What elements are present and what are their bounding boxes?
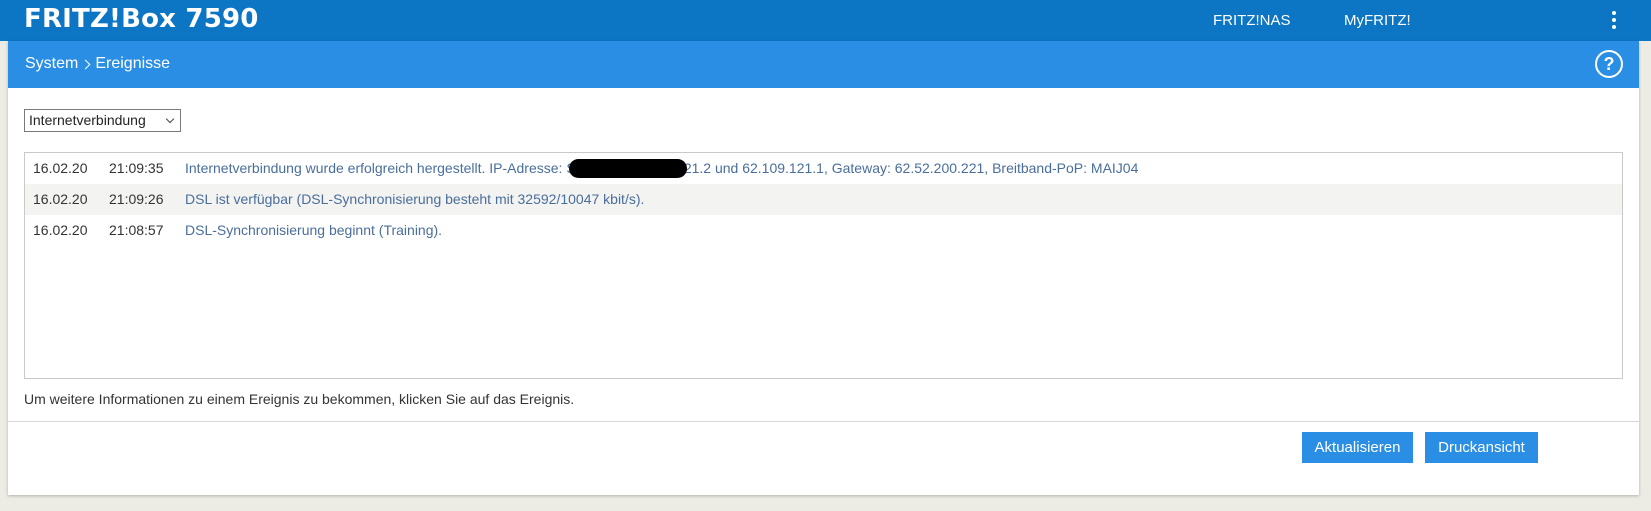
content-card: System Ereignisse ? Internetverbindung 1…: [8, 41, 1639, 495]
chevron-down-icon: [165, 114, 175, 124]
footer-divider: [8, 421, 1639, 422]
event-message: DSL ist verfügbar (DSL-Synchronisierung …: [185, 191, 645, 207]
breadcrumb-current: Ereignisse: [95, 55, 171, 72]
event-filter-value: Internetverbindung: [29, 112, 146, 128]
event-time: 21:09:35: [109, 160, 164, 176]
event-row[interactable]: 16.02.20 21:08:57 DSL-Synchronisierung b…: [25, 215, 1622, 246]
more-menu-icon[interactable]: [1610, 11, 1618, 31]
fritznas-link[interactable]: FRITZ!NAS: [1213, 12, 1291, 29]
breadcrumb-system[interactable]: System: [25, 55, 78, 73]
redaction-mark: [569, 159, 687, 178]
event-date: 16.02.20: [33, 191, 88, 207]
breadcrumb-bar: System Ereignisse ?: [8, 41, 1639, 88]
event-time: 21:09:26: [109, 191, 164, 207]
help-icon[interactable]: ?: [1595, 50, 1623, 78]
print-view-button[interactable]: Druckansicht: [1425, 432, 1538, 463]
event-date: 16.02.20: [33, 222, 88, 238]
event-row[interactable]: 16.02.20 21:09:35 Internetverbindung wur…: [25, 153, 1622, 184]
brand-logo: FRITZ!Box 7590: [24, 4, 259, 34]
refresh-button[interactable]: Aktualisieren: [1302, 432, 1413, 463]
event-message: DSL-Synchronisierung beginnt (Training).: [185, 222, 443, 238]
chevron-right-icon: [80, 59, 91, 69]
breadcrumb: System Ereignisse: [25, 55, 170, 73]
event-time: 21:08:57: [109, 222, 164, 238]
myfritz-link[interactable]: MyFRITZ!: [1344, 12, 1411, 29]
event-date: 16.02.20: [33, 160, 88, 176]
info-text: Um weitere Informationen zu einem Ereign…: [24, 391, 575, 407]
event-log[interactable]: 16.02.20 21:09:35 Internetverbindung wur…: [24, 152, 1623, 379]
event-row[interactable]: 16.02.20 21:09:26 DSL ist verfügbar (DSL…: [25, 184, 1622, 215]
top-header: FRITZ!Box 7590 FRITZ!NAS MyFRITZ!: [0, 0, 1651, 41]
event-filter-select[interactable]: Internetverbindung: [24, 109, 181, 132]
